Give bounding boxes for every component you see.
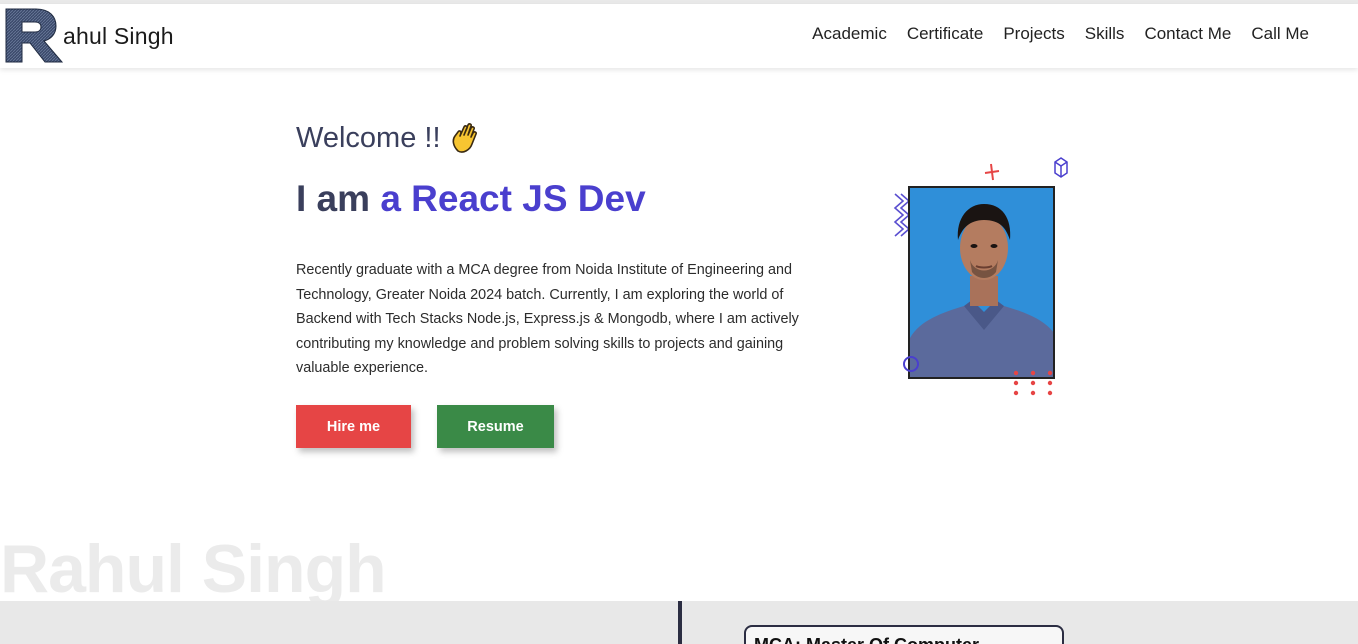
decor-plus-icon <box>984 163 1000 181</box>
hero-bio: Recently graduate with a MCA degree from… <box>296 262 799 376</box>
headline-prefix: I am <box>296 178 381 219</box>
timeline-line <box>678 601 682 644</box>
degree-card[interactable]: MCA: Master Of Computer <box>744 625 1064 644</box>
nav-projects[interactable]: Projects <box>1003 24 1064 44</box>
hire-me-button[interactable]: Hire me <box>296 405 411 448</box>
decor-dots-icon <box>1013 370 1053 396</box>
person-portrait-icon <box>910 188 1053 377</box>
headline-role: a React JS Dev <box>380 178 646 219</box>
navbar: ahul Singh Academic Certificate Projects… <box>0 4 1358 68</box>
welcome-heading: Welcome !! <box>296 121 483 155</box>
decor-cube-icon <box>1054 157 1068 178</box>
welcome-text: Welcome !! <box>296 121 441 154</box>
logo-r-icon <box>5 8 64 63</box>
main-nav: Academic Certificate Projects Skills Con… <box>792 24 1309 44</box>
profile-photo <box>908 186 1055 379</box>
logo-text: ahul Singh <box>63 23 174 49</box>
profile-photo-block <box>887 154 1075 402</box>
decor-circle-icon <box>903 356 919 372</box>
nav-contact-me[interactable]: Contact Me <box>1144 24 1231 44</box>
nav-certificate[interactable]: Certificate <box>907 24 984 44</box>
degree-title: MCA: Master Of Computer <box>754 635 979 644</box>
nav-skills[interactable]: Skills <box>1085 24 1125 44</box>
waving-hand-icon <box>452 123 477 153</box>
nav-academic[interactable]: Academic <box>812 24 887 44</box>
nav-call-me[interactable]: Call Me <box>1251 24 1309 44</box>
background-name-text: Rahul Singh <box>0 531 387 607</box>
resume-button[interactable]: Resume <box>437 405 554 448</box>
logo[interactable]: ahul Singh <box>4 7 174 63</box>
hero-headline: I am a React JS Dev <box>296 178 646 220</box>
